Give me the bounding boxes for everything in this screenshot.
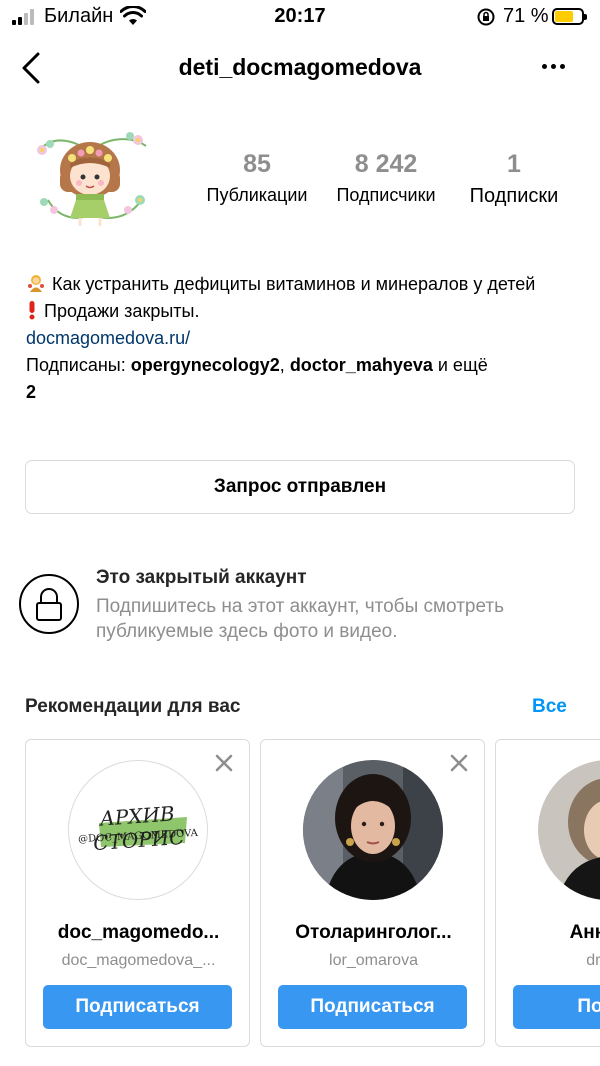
lock-icon bbox=[36, 588, 62, 621]
profile-header: deti_docmagomedova bbox=[0, 40, 600, 96]
recommendation-avatar[interactable] bbox=[538, 760, 600, 900]
follow-button[interactable]: Подпи bbox=[513, 985, 600, 1029]
recommendation-card[interactable]: Анна Эд dr.pop Подпи bbox=[495, 739, 600, 1047]
bio-text-line-1: Как устранить дефициты витаминов и минер… bbox=[52, 274, 536, 294]
followed-by-suffix: и ещё bbox=[432, 355, 488, 375]
see-all-link[interactable]: Все bbox=[532, 696, 567, 718]
recommendations-carousel[interactable]: АРХИВ СТОРИС @DOC_MAGOMEDOVA doc_magomed… bbox=[0, 739, 600, 1049]
exclamation-emoji-icon bbox=[29, 301, 35, 320]
stat-following-count: 1 bbox=[507, 150, 521, 178]
profile-bio: Как устранить дефициты витаминов и минер… bbox=[26, 271, 582, 406]
recommendation-name[interactable]: Отоларинголог... bbox=[261, 922, 486, 944]
bio-line-2: Продажи закрыты. bbox=[26, 298, 582, 325]
private-account-title: Это закрытый аккаунт bbox=[96, 567, 307, 588]
recommendations-title: Рекомендации для вас bbox=[25, 696, 241, 717]
profile-avatar[interactable] bbox=[28, 122, 152, 230]
girl-emoji-icon bbox=[28, 275, 44, 292]
private-lock-badge bbox=[19, 574, 79, 634]
recommendation-avatar[interactable] bbox=[303, 760, 443, 900]
bio-website-link[interactable]: docmagomedova.ru/ bbox=[26, 325, 582, 352]
private-account-text: Подпишитесь на этот аккаунт, чтобы смотр… bbox=[96, 596, 505, 642]
follow-button[interactable]: Подписаться bbox=[43, 985, 232, 1029]
stat-posts-label: Публикации bbox=[206, 185, 308, 205]
profile-username: deti_docmagomedova bbox=[178, 54, 422, 80]
user-photo bbox=[303, 760, 443, 900]
battery-level bbox=[555, 11, 573, 22]
stat-following[interactable]: 1 Подписки bbox=[456, 150, 572, 208]
stat-followers[interactable]: 8 242 Подписчики bbox=[326, 150, 446, 206]
followed-by-user-2: doctor_mahyeva bbox=[289, 355, 433, 375]
followed-by-prefix: Подписаны: bbox=[26, 355, 131, 375]
stat-followers-count: 8 242 bbox=[354, 150, 418, 178]
battery-icon bbox=[552, 8, 587, 25]
close-icon[interactable] bbox=[448, 752, 470, 774]
bio-text-line-2: Продажи закрыты. bbox=[44, 301, 200, 321]
status-bar: Билайн 20:17 71 % bbox=[0, 0, 600, 34]
recommendation-handle: lor_omarova bbox=[329, 952, 418, 969]
recommendation-handle: doc_magomedova_... bbox=[61, 952, 216, 969]
user-photo bbox=[538, 760, 600, 900]
followed-by[interactable]: Подписаны: opergynecology2, doctor_mahye… bbox=[26, 352, 582, 406]
close-icon[interactable] bbox=[213, 752, 235, 774]
recommendation-handle: dr.pop bbox=[586, 952, 600, 969]
follow-button[interactable]: Подписаться bbox=[278, 985, 467, 1029]
stat-posts-count: 85 bbox=[243, 150, 271, 178]
recommendation-card[interactable]: АРХИВ СТОРИС @DOC_MAGOMEDOVA doc_magomed… bbox=[25, 739, 250, 1047]
bio-line-1: Как устранить дефициты витаминов и минер… bbox=[26, 271, 582, 298]
rotation-lock-icon bbox=[477, 8, 495, 26]
followed-by-count: 2 bbox=[26, 382, 37, 402]
more-horizontal-icon[interactable] bbox=[542, 64, 569, 69]
followed-by-separator: , bbox=[279, 355, 290, 375]
stat-posts[interactable]: 85 Публикации bbox=[196, 150, 318, 206]
recommendation-name[interactable]: doc_magomedo... bbox=[26, 922, 251, 944]
recommendation-card[interactable]: Отоларинголог... lor_omarova Подписаться bbox=[260, 739, 485, 1047]
recommendation-name[interactable]: Анна Эд bbox=[496, 922, 600, 944]
request-sent-button[interactable]: Запрос отправлен bbox=[25, 460, 575, 514]
battery-percent: 71 % bbox=[503, 5, 549, 27]
stat-following-label: Подписки bbox=[469, 185, 559, 207]
stat-followers-label: Подписчики bbox=[336, 185, 436, 205]
recommendation-avatar[interactable]: АРХИВ СТОРИС @DOC_MAGOMEDOVA bbox=[68, 760, 208, 900]
followed-by-user-1: opergynecology2 bbox=[130, 355, 280, 375]
